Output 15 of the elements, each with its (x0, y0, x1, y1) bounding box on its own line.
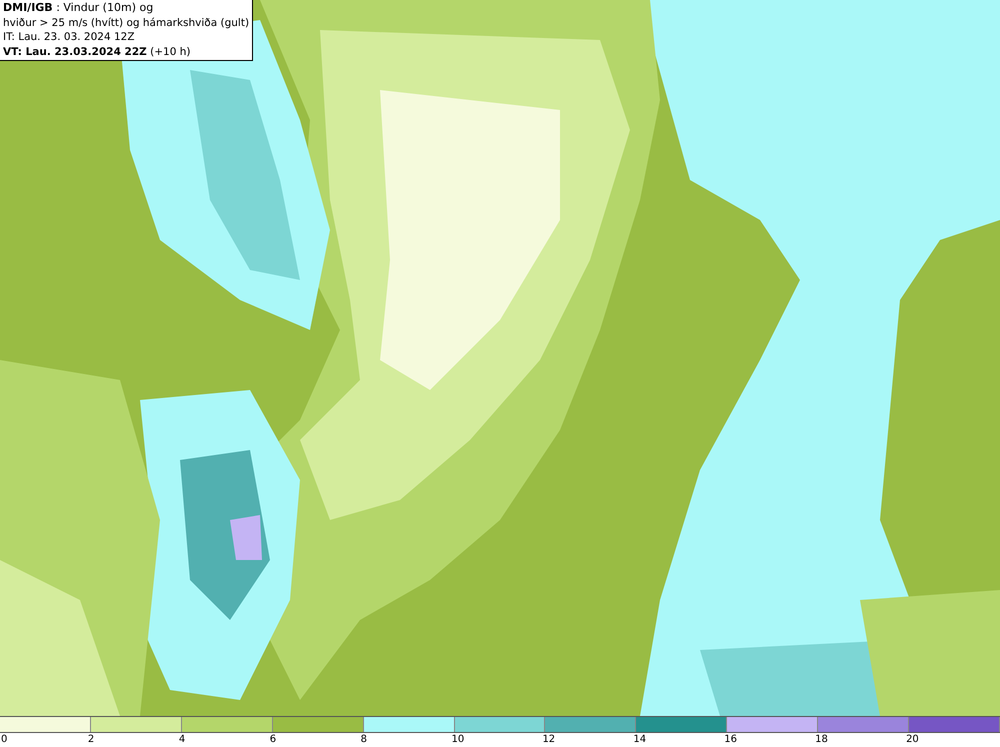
scale-label: 4 (178, 733, 186, 747)
scale-label: 18 (815, 733, 828, 747)
scale-label: 6 (270, 733, 276, 747)
info-text: VT: Lau. 23.03.2024 22Z (+10 h) (3, 44, 192, 59)
info-text: DMI/IGB : Vindur (10m) og (3, 1, 154, 16)
scale-label: 20 (906, 733, 919, 747)
info-text: hviður > 25 m/s (hvítt) og hámarkshviða (gult) (3, 16, 250, 30)
scale-label: 12 (542, 733, 556, 747)
info-text: IT: Lau. 23. 03. 2024 12Z (3, 30, 136, 44)
scale-label: 2 (88, 733, 94, 747)
scale-label: 14 (633, 733, 646, 747)
scale-label: 16 (724, 733, 737, 747)
scale-label: 8 (360, 733, 367, 747)
scale-label: 10 (452, 733, 464, 747)
scale-label: 0 (0, 733, 8, 747)
